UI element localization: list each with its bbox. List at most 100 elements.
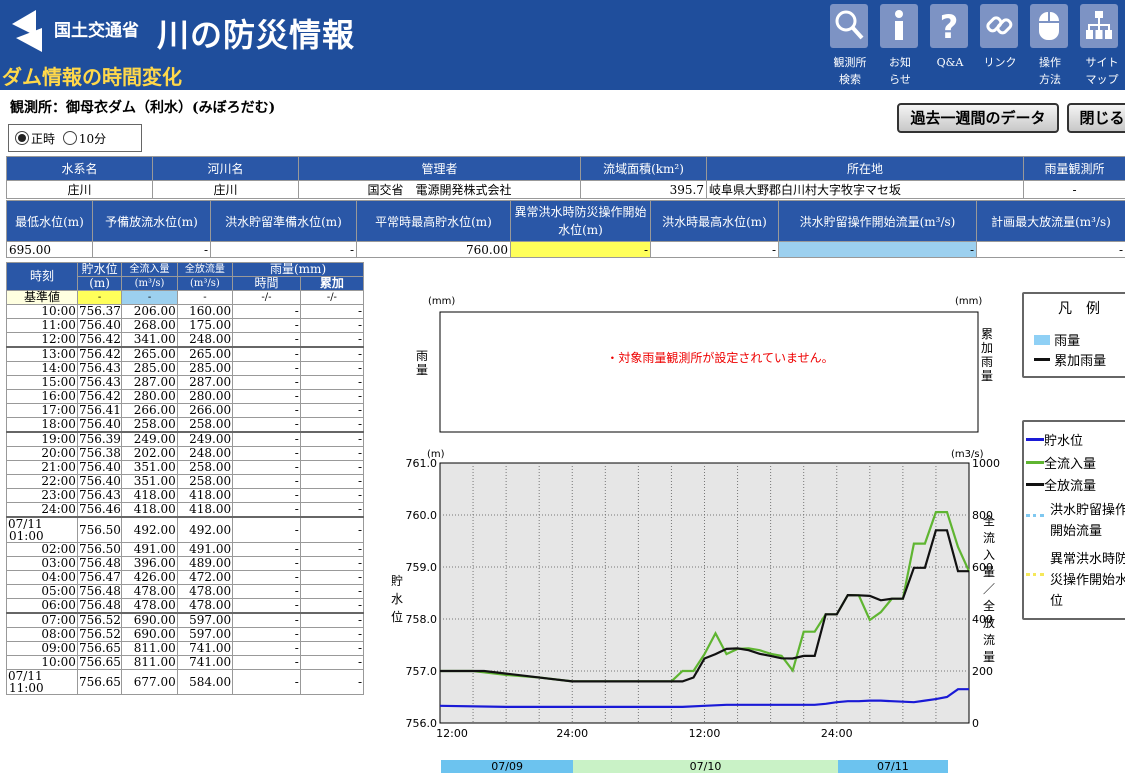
- inflow-cell: 202.00: [121, 446, 178, 461]
- outflow-cell: 597.00: [176, 612, 234, 628]
- time-cell: 07/11 01:00: [6, 516, 78, 543]
- hourly-radio-label[interactable]: 正時: [31, 132, 55, 146]
- outflow-cell: 249.00: [176, 431, 234, 447]
- left-tick-label: 759.0: [406, 561, 438, 574]
- level-cell: 756.40: [76, 460, 123, 475]
- level-cell: 756.65: [76, 641, 123, 656]
- nav-qa-label[interactable]: Q&A: [925, 54, 975, 71]
- nav-howto-label[interactable]: 操作 方法: [1025, 54, 1075, 88]
- col-header-inflow: 全流入量: [121, 262, 178, 277]
- table-row: 22:00 756.40 351.00 258.00- -: [6, 474, 365, 489]
- nav-link-label[interactable]: リンク: [975, 54, 1025, 71]
- level-cell: 756.65: [76, 655, 123, 670]
- rain-cum-cell: -: [299, 304, 365, 319]
- time-cell: 04:00: [6, 570, 78, 585]
- site-header: 国土交通省 川の防災情報 ダム情報の時間変化 観測所 検索 お知 らせ ? Q&A …: [0, 0, 1125, 90]
- outflow-cell: 492.00: [176, 516, 234, 543]
- table-row: 05:00 756.48 478.00 478.00- -: [6, 584, 365, 599]
- table-row: 21:00 756.40 351.00 258.00- -: [6, 460, 365, 475]
- col-header-flood-prep-level: 洪水貯留準備水位(m): [210, 200, 357, 242]
- outflow-cell: 265.00: [176, 346, 234, 362]
- cum-rain-legend-swatch: [1034, 358, 1050, 361]
- level-cell: 756.42: [76, 389, 123, 404]
- col-header-min-level: 最低水位(m): [6, 200, 93, 242]
- rain-left-label-char: 雨: [416, 349, 428, 363]
- flood-prep-level-value: -: [210, 241, 357, 258]
- rain-hour-cell: -: [232, 641, 301, 656]
- table-row: 24:00 756.46 418.00 418.00- -: [6, 502, 365, 518]
- rain-hour-cell: -: [232, 332, 301, 348]
- min-level-value: 695.00: [6, 241, 93, 258]
- level-cell: 756.65: [76, 669, 123, 695]
- nav-info-button[interactable]: [880, 4, 918, 48]
- outflow-cell: 597.00: [176, 627, 234, 642]
- legend-title: 凡 例: [1058, 301, 1100, 317]
- col-header-rain-station: 雨量観測所: [1023, 156, 1125, 181]
- time-cell: 07:00: [6, 612, 78, 628]
- level-cell: 756.37: [76, 304, 123, 319]
- time-cell: 08:00: [6, 627, 78, 642]
- right-tick-label: 200: [972, 665, 993, 678]
- hourly-radio[interactable]: [15, 131, 29, 145]
- dam-levels-table: 最低水位(m) 予備放流水位(m) 洪水貯留準備水位(m) 平常時最高貯水位(m…: [6, 200, 1125, 258]
- inflow-legend-label: 全流入量: [1044, 457, 1097, 472]
- nav-search-label[interactable]: 観測所 検索: [825, 54, 875, 88]
- ten-minute-radio-label[interactable]: 10分: [79, 132, 106, 146]
- rain-right-label: 累加雨量: [981, 327, 993, 383]
- outflow-cell: 266.00: [176, 403, 234, 418]
- level-cell: 756.48: [76, 598, 123, 614]
- col-header-time: 時刻: [6, 262, 78, 291]
- nav-sitemap-label[interactable]: サイト マップ: [1077, 54, 1125, 88]
- nav-link-button[interactable]: [980, 4, 1018, 48]
- col-header-outflow: 全放流量: [176, 262, 234, 277]
- location-value: 岐阜県大野郡白川村大字牧字マセ坂: [706, 180, 1024, 199]
- close-button[interactable]: 閉じる: [1067, 103, 1125, 133]
- ten-minute-radio[interactable]: [62, 131, 77, 145]
- inflow-cell: 492.00: [121, 516, 178, 543]
- table-row: 12:00 756.42 341.00 248.00- -: [6, 332, 365, 348]
- time-cell: 19:00: [6, 431, 78, 447]
- nav-sitemap-button[interactable]: [1080, 4, 1118, 48]
- col-header-manager: 管理者: [298, 156, 581, 181]
- nav-search-button[interactable]: [830, 4, 868, 48]
- time-cell: 03:00: [6, 556, 78, 571]
- rain-hour-cell: -: [232, 502, 301, 518]
- inflow-cell: 206.00: [121, 304, 178, 319]
- time-cell: 06:00: [6, 598, 78, 614]
- inflow-cell: 351.00: [121, 460, 178, 475]
- nav-qa-button[interactable]: ?: [930, 4, 968, 48]
- site-title[interactable]: 川の防災情報: [157, 10, 355, 56]
- hourly-data-table: 時刻 貯水位 全流入量 全放流量 雨量(mm) (m) (m³/s) (m³/s…: [6, 262, 365, 695]
- past-week-button[interactable]: 過去一週間のデータ: [897, 103, 1059, 133]
- rain-hour-cell: -: [232, 460, 301, 475]
- inflow-cell: 285.00: [121, 361, 178, 376]
- nav-info-label[interactable]: お知 らせ: [875, 54, 925, 88]
- table-row: 13:00 756.42 265.00 265.00- -: [6, 346, 365, 362]
- river-system-value: 庄川: [6, 180, 153, 199]
- level-legend-label: 貯水位: [1044, 434, 1084, 449]
- col-unit-outflow: (m³/s): [176, 276, 234, 291]
- rain-hour-cell: -: [232, 542, 301, 557]
- rain-cum-cell: -: [299, 516, 365, 543]
- level-cell: 756.52: [76, 627, 123, 642]
- time-cell: 18:00: [6, 417, 78, 433]
- nav-howto-button[interactable]: [1030, 4, 1068, 48]
- col-header-basin-area: 流域面積(km²): [580, 156, 707, 181]
- base-outflow: -: [176, 290, 234, 305]
- sitemap-icon: [1086, 11, 1112, 39]
- time-cell: 12:00: [6, 332, 78, 348]
- col-header-normal-max-level: 平常時最高貯水位(m): [356, 200, 511, 242]
- page-subtitle: ダム情報の時間変化: [2, 65, 182, 89]
- flood-storage-start-flow-value: -: [778, 241, 977, 258]
- inflow-cell: 811.00: [121, 655, 178, 670]
- cum-rain-legend-label: 累加雨量: [1054, 354, 1107, 369]
- right-axis-label-char: ／: [983, 582, 995, 596]
- outflow-cell: 741.00: [176, 655, 234, 670]
- reserve-release-level-value: -: [92, 241, 211, 258]
- level-cell: 756.48: [76, 556, 123, 571]
- rain-legend-swatch: [1034, 335, 1050, 345]
- right-axis-label-char: 放: [983, 615, 995, 630]
- outflow-legend-swatch: [1026, 483, 1044, 486]
- rain-legend-label: 雨量: [1054, 334, 1081, 349]
- table-row: 07/11 11:00 756.65 677.00 584.00- -: [6, 669, 365, 695]
